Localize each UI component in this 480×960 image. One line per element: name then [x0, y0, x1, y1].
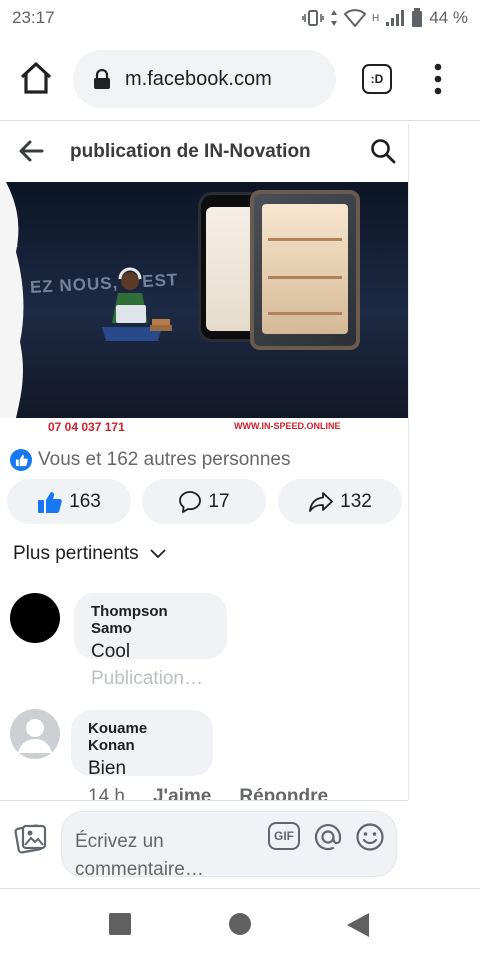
url-text: m.facebook.com — [125, 67, 272, 90]
vibrate-icon — [302, 10, 324, 26]
commenter-avatar[interactable] — [10, 709, 60, 759]
comment-count: 17 — [208, 490, 230, 512]
system-navigation-bar — [0, 890, 480, 960]
wifi-icon — [344, 9, 367, 27]
page-header: publication de IN-Novation — [0, 124, 408, 180]
comment-author[interactable]: Thompson Samo — [91, 603, 209, 637]
reactions-text: Vous et 162 autres personnes — [38, 449, 291, 470]
page-title: publication de IN-Novation — [70, 141, 311, 162]
back-arrow-icon[interactable] — [18, 138, 44, 164]
emoji-icon[interactable] — [354, 821, 386, 853]
battery-icon — [412, 8, 423, 27]
default-profile-icon — [18, 719, 52, 753]
reactions-summary[interactable]: Vous et 162 autres personnes — [10, 448, 290, 472]
post-image-background: EZ NOUS, C'EST — [0, 182, 408, 418]
home-icon[interactable] — [18, 60, 54, 96]
content-edge — [408, 124, 409, 800]
url-bar[interactable]: m.facebook.com — [73, 50, 336, 108]
like-reaction-icon — [10, 449, 32, 471]
comment-sort-dropdown[interactable]: Plus pertinents — [13, 543, 167, 565]
sort-label: Plus pertinents — [13, 543, 139, 564]
commenter-avatar[interactable] — [10, 593, 60, 643]
comment-bubble[interactable]: Kouame Konan Bien — [71, 710, 213, 779]
thumbs-up-icon — [38, 491, 62, 513]
paint-splash-graphic — [0, 182, 24, 418]
comment-actions: 14 h J'aime Répondre — [88, 786, 328, 800]
comment-bubble[interactable]: Thompson Samo Cool — [74, 593, 227, 662]
status-icons: H 44 % — [302, 8, 468, 28]
overflow-menu-icon[interactable] — [426, 62, 450, 96]
mention-icon[interactable] — [312, 821, 344, 853]
like-button[interactable]: 163 — [7, 479, 131, 524]
post-image-phone-number: 07 04 037 171 — [48, 420, 125, 434]
comment-text: Bien — [88, 758, 127, 779]
signal-icon — [386, 10, 405, 26]
post-image-website: WWW.IN-SPEED.ONLINE — [234, 421, 341, 431]
network-type: H — [372, 12, 380, 24]
data-transfer-icon — [331, 10, 338, 26]
recent-apps-icon[interactable] — [109, 913, 131, 935]
comment-input-placeholder: Écrivez un commentaire… — [75, 831, 204, 880]
back-nav-icon[interactable] — [346, 912, 370, 938]
comment-posting-status: Publication… — [91, 668, 203, 689]
browser-divider — [0, 120, 480, 121]
gif-button[interactable]: GIF — [268, 822, 300, 850]
comment-reply-link[interactable]: Répondre — [239, 786, 328, 800]
comment-timestamp: 14 h — [88, 786, 125, 800]
comment-text: Cool — [91, 641, 131, 662]
post-image-footer: 07 04 037 171 WWW.IN-SPEED.ONLINE — [0, 418, 408, 438]
post-image[interactable]: EZ NOUS, C'EST 07 04 037 171 WWW.IN-SPEE… — [0, 182, 408, 438]
home-nav-icon[interactable] — [229, 913, 251, 935]
share-button[interactable]: 132 — [278, 479, 402, 524]
share-arrow-icon — [309, 491, 334, 512]
comment-composer: Écrivez un commentaire… GIF — [0, 800, 408, 888]
battery-percent: 44 % — [429, 8, 468, 27]
add-photo-icon[interactable] — [14, 821, 48, 855]
comment-icon — [179, 490, 202, 513]
status-bar: 23:17 H 44 % — [0, 0, 480, 36]
tab-switcher-button[interactable]: :D — [362, 64, 392, 94]
search-icon[interactable] — [370, 138, 396, 164]
share-count: 132 — [340, 490, 372, 512]
like-count: 163 — [69, 490, 101, 512]
chevron-down-icon — [150, 549, 166, 559]
lock-icon — [94, 69, 110, 89]
composer-divider — [0, 888, 480, 889]
comment-like-link[interactable]: J'aime — [153, 786, 211, 800]
status-time: 23:17 — [12, 8, 55, 27]
browser-toolbar: m.facebook.com :D — [0, 40, 480, 118]
person-with-laptop-graphic — [102, 267, 172, 341]
comment-author[interactable]: Kouame Konan — [88, 720, 195, 754]
comment-input[interactable]: Écrivez un commentaire… GIF — [61, 811, 397, 880]
comment-button[interactable]: 17 — [142, 479, 266, 524]
display-cabinet-graphic — [250, 190, 360, 350]
